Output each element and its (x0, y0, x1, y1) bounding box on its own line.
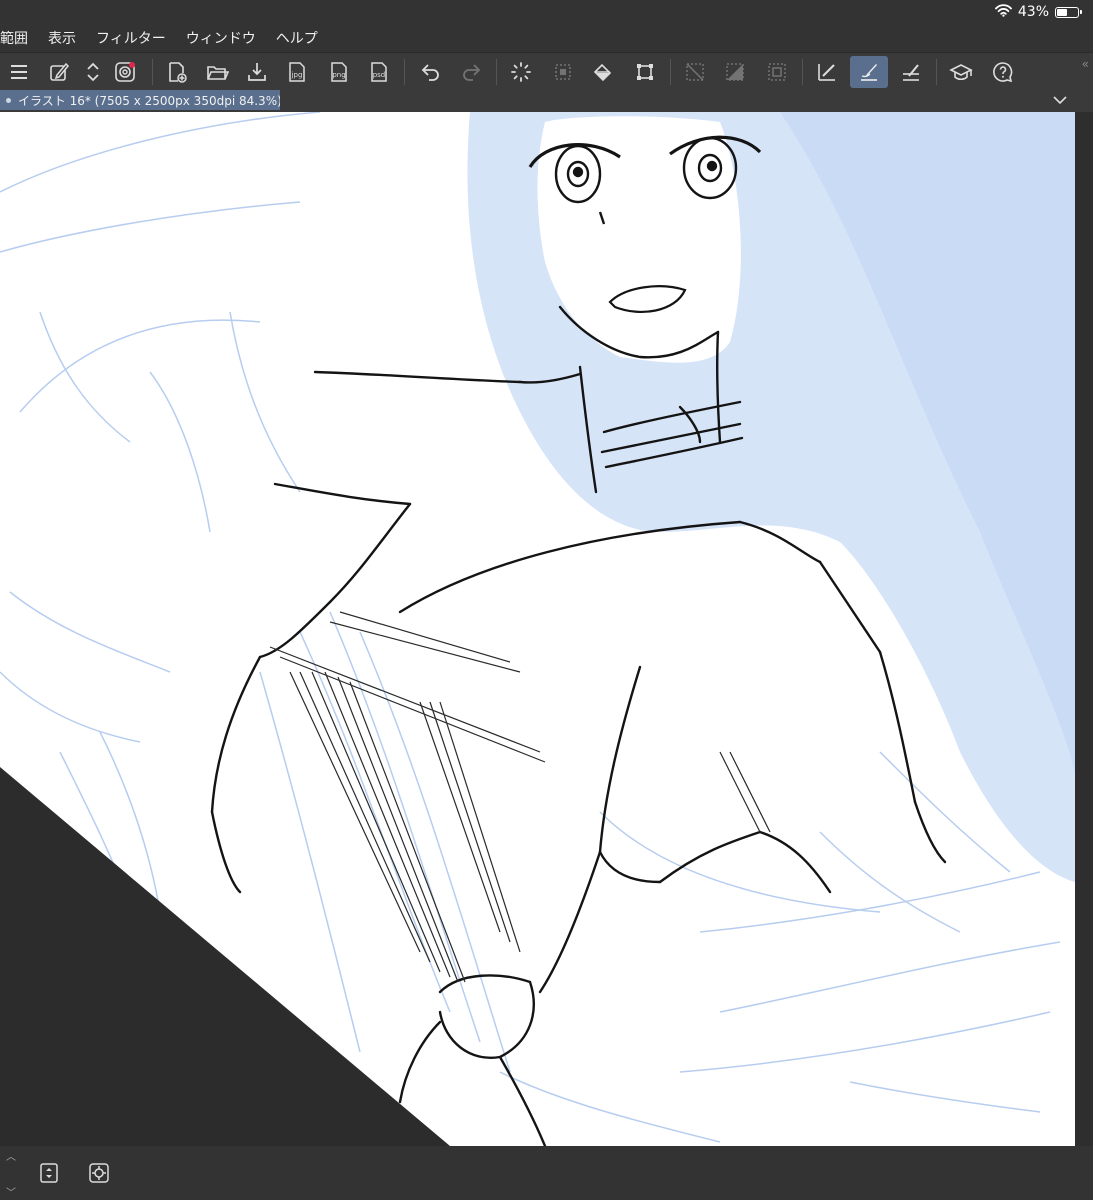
edit-icon (50, 62, 70, 81)
unsaved-dot-icon (6, 97, 11, 103)
tab-dropdown-button[interactable] (1051, 92, 1069, 108)
learn-icon (949, 64, 973, 81)
menu-help[interactable]: ヘルプ (266, 28, 328, 48)
layers-icon (40, 1163, 58, 1183)
help-icon (993, 62, 1013, 83)
learn-button[interactable] (942, 56, 980, 88)
document-tab[interactable]: イラスト 16* (7505 x 2500px 350dpi 84.3%) (0, 90, 280, 110)
ruler-snap-icon (903, 64, 919, 81)
ruler-snap-button[interactable] (892, 56, 930, 88)
selection-button[interactable] (544, 56, 582, 88)
svg-text:png: png (332, 71, 345, 79)
status-bar: 43% (0, 0, 1093, 24)
menu-selection[interactable]: 範囲 (0, 28, 38, 48)
expand-up-icon[interactable]: ︿ (6, 1148, 16, 1163)
undo-icon (421, 64, 439, 81)
vertical-scrollbar[interactable] (1075, 112, 1093, 1146)
undo-button[interactable] (412, 56, 450, 88)
svg-text:jpg: jpg (291, 71, 303, 79)
expand-down-icon[interactable]: ﹀ (6, 1184, 16, 1199)
export-psd-button[interactable]: psd (360, 56, 398, 88)
chevron-down-icon (1053, 96, 1067, 105)
toolbar-separator (404, 59, 405, 85)
brush-button[interactable] (850, 56, 888, 88)
loading-icon (511, 62, 531, 82)
export-jpg-icon: jpg (289, 62, 305, 82)
drawing-canvas[interactable] (0, 112, 1075, 1146)
toolbar-separator (936, 59, 937, 85)
new-canvas-button[interactable] (158, 56, 196, 88)
open-button[interactable] (198, 56, 236, 88)
layer-panel-button[interactable] (36, 1160, 62, 1186)
ruler-icon (818, 64, 835, 81)
help-button[interactable] (984, 56, 1022, 88)
document-tab-bar: イラスト 16* (7505 x 2500px 350dpi 84.3%) (0, 90, 1093, 112)
canvas-area[interactable] (0, 112, 1093, 1146)
redo-button[interactable] (452, 56, 490, 88)
modify-button[interactable] (40, 56, 78, 88)
menu-window[interactable]: ウィンドウ (176, 28, 266, 48)
deselect-icon (686, 63, 704, 81)
svg-text:psd: psd (373, 71, 386, 79)
toolbar-separator (496, 59, 497, 85)
document-title: イラスト 16* (7505 x 2500px 350dpi 84.3%) (18, 93, 280, 108)
selection-border-button[interactable] (758, 56, 796, 88)
collapse-toolbar-icon[interactable]: « (1082, 57, 1089, 71)
export-png-button[interactable]: png (320, 56, 358, 88)
toolbar-separator (152, 59, 153, 85)
selection-icon (555, 64, 571, 80)
new-canvas-icon (169, 62, 187, 83)
companion-button[interactable] (106, 56, 144, 88)
navigator-icon (89, 1163, 109, 1183)
selection-border-icon (768, 63, 786, 81)
ruler-button[interactable] (808, 56, 846, 88)
save-icon (248, 63, 266, 81)
open-folder-icon (207, 66, 229, 80)
toolbar-separator (802, 59, 803, 85)
toolbar: jpg png psd « (0, 52, 1093, 92)
export-jpg-button[interactable]: jpg (278, 56, 316, 88)
invert-selection-button[interactable] (716, 56, 754, 88)
fill-button[interactable] (584, 56, 622, 88)
invert-selection-icon (726, 63, 744, 81)
export-psd-icon: psd (371, 62, 387, 82)
loading-button[interactable] (502, 56, 540, 88)
menu-view[interactable]: 表示 (38, 28, 86, 48)
menu-button[interactable] (0, 56, 38, 88)
deselect-button[interactable] (676, 56, 714, 88)
menu-bar: 範囲 表示 フィルター ウィンドウ ヘルプ (0, 24, 1093, 52)
companion-icon (115, 62, 135, 82)
export-png-icon: png (331, 62, 347, 82)
brush-icon (861, 64, 877, 81)
updown-icon (87, 62, 99, 82)
status-indicators: 43% (994, 3, 1082, 21)
wifi-icon (994, 3, 1012, 21)
fill-icon (593, 63, 612, 82)
battery-percent: 43% (1017, 4, 1049, 20)
redo-icon (463, 64, 481, 81)
navigator-button[interactable] (86, 1160, 112, 1186)
transform-button[interactable] (626, 56, 664, 88)
bottom-bar: ︿ ﹀ (0, 1146, 1093, 1200)
save-button[interactable] (238, 56, 276, 88)
toolbar-separator (670, 59, 671, 85)
menu-icon (11, 65, 27, 79)
menu-filter[interactable]: フィルター (86, 28, 176, 48)
transform-icon (637, 64, 653, 80)
battery-icon (1055, 6, 1082, 18)
